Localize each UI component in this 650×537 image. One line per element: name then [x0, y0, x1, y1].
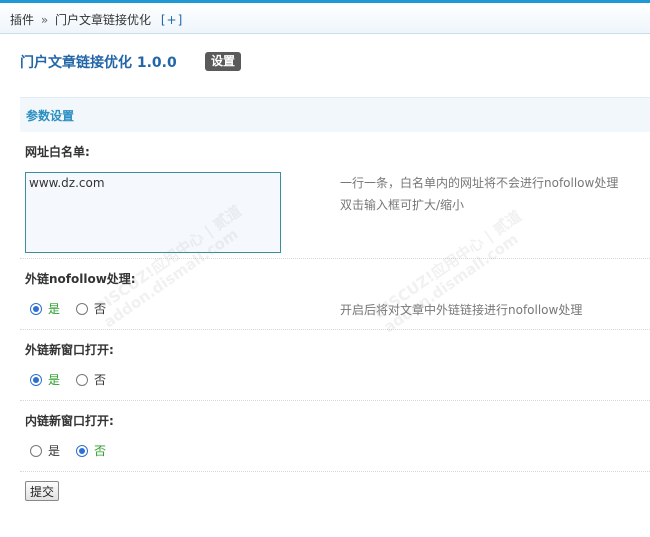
breadcrumb-current: 门户文章链接优化	[55, 13, 152, 27]
external-newwindow-no-radio[interactable]	[76, 373, 89, 386]
external-nofollow-label: 外链nofollow处理:	[25, 272, 136, 286]
breadcrumb-bar: 插件 » 门户文章链接优化 [+]	[0, 0, 650, 34]
add-shortcut-link[interactable]: [+]	[161, 13, 183, 27]
external-newwindow-no-label[interactable]: 否	[94, 371, 106, 388]
section-title: 参数设置	[26, 109, 75, 123]
whitelist-tip-1: 一行一条，白名单内的网址将不会进行nofollow处理	[340, 176, 619, 190]
external-newwindow-options: 是 否	[30, 371, 122, 388]
whitelist-tip-2: 双击输入框可扩大/缩小	[340, 198, 465, 212]
external-nofollow-yes-radio[interactable]	[30, 302, 42, 315]
external-nofollow-options: 是 否	[30, 300, 122, 317]
whitelist-label: 网址白名单:	[25, 145, 90, 159]
breadcrumb-separator: »	[40, 13, 49, 27]
internal-newwindow-no-label[interactable]: 否	[94, 442, 106, 459]
internal-newwindow-yes-radio[interactable]	[30, 444, 42, 457]
settings-tab[interactable]: 设置	[205, 52, 242, 71]
divider	[20, 400, 650, 401]
divider	[20, 258, 650, 259]
plugin-title: 门户文章链接优化 1.0.0	[20, 55, 177, 71]
whitelist-textarea[interactable]: www.dz.com	[25, 172, 281, 253]
internal-newwindow-label: 内链新窗口打开:	[25, 414, 114, 428]
external-nofollow-no-radio[interactable]	[76, 302, 89, 315]
internal-newwindow-yes-label[interactable]: 是	[48, 442, 60, 459]
external-newwindow-label: 外链新窗口打开:	[25, 343, 114, 357]
divider	[20, 471, 650, 472]
divider	[20, 329, 650, 330]
internal-newwindow-options: 是 否	[30, 442, 122, 459]
internal-newwindow-no-radio[interactable]	[76, 444, 89, 457]
section-header: 参数设置	[20, 97, 650, 132]
external-nofollow-tip: 开启后将对文章中外链链接进行nofollow处理	[340, 303, 583, 317]
external-newwindow-yes-radio[interactable]	[30, 373, 42, 386]
external-newwindow-yes-label[interactable]: 是	[48, 371, 60, 388]
external-nofollow-no-label[interactable]: 否	[94, 300, 106, 317]
breadcrumb: 插件 » 门户文章链接优化 [+]	[10, 11, 183, 28]
breadcrumb-root[interactable]: 插件	[10, 13, 34, 27]
submit-button[interactable]: 提交	[25, 481, 60, 501]
external-nofollow-yes-label[interactable]: 是	[48, 300, 60, 317]
